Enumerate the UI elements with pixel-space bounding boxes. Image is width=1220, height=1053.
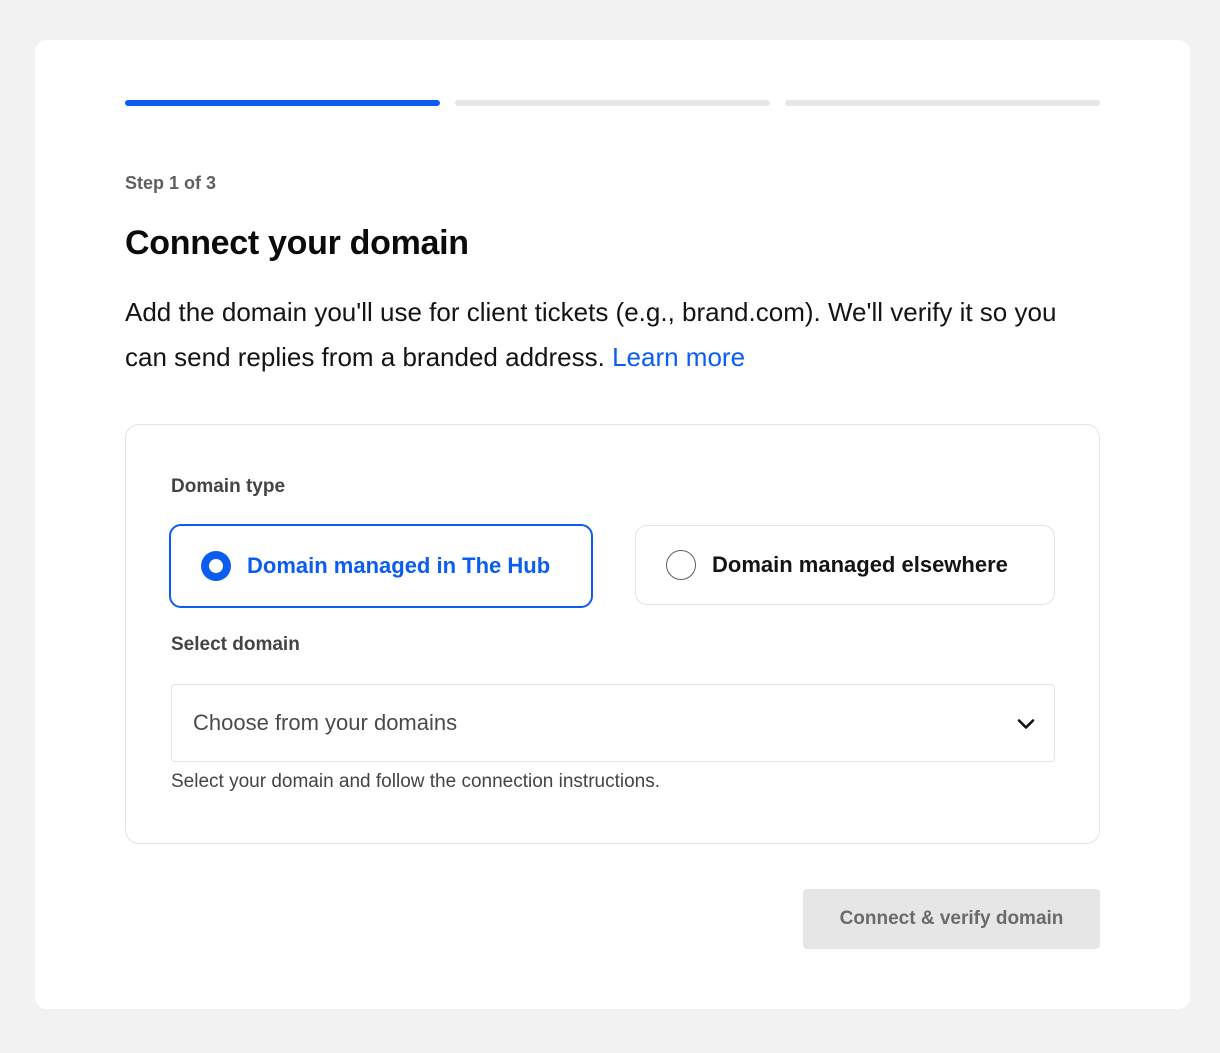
select-domain-label: Select domain — [171, 634, 300, 655]
radio-option-managed-elsewhere[interactable]: Domain managed elsewhere — [635, 525, 1055, 605]
domain-form-panel: Domain type Domain managed in The Hub Do… — [125, 424, 1100, 844]
progress-step-3 — [785, 100, 1100, 106]
radio-unchecked-icon — [666, 550, 696, 580]
domain-type-label: Domain type — [171, 476, 286, 497]
domain-select[interactable]: Choose from your domains — [171, 684, 1055, 762]
progress-step-1 — [125, 100, 440, 106]
chevron-down-icon — [1017, 719, 1035, 729]
domain-select-hint: Select your domain and follow the connec… — [171, 771, 660, 792]
step-label: Step 1 of 3 — [125, 173, 217, 193]
connect-verify-button[interactable]: Connect & verify domain — [803, 889, 1100, 949]
radio-option-label: Domain managed elsewhere — [712, 552, 1008, 577]
domain-select-placeholder: Choose from your domains — [193, 710, 458, 735]
radio-option-label: Domain managed in The Hub — [247, 553, 551, 578]
page-description: Add the domain you'll use for client tic… — [125, 290, 1100, 380]
description-text: Add the domain you'll use for client tic… — [125, 297, 1057, 372]
progress-step-2 — [455, 100, 770, 106]
setup-card: Step 1 of 3 Connect your domain Add the … — [35, 40, 1190, 1009]
radio-option-managed-in-hub[interactable]: Domain managed in The Hub — [169, 524, 593, 608]
radio-checked-icon — [201, 551, 231, 581]
learn-more-link[interactable]: Learn more — [612, 342, 745, 372]
progress-bar — [125, 100, 1100, 106]
page-title: Connect your domain — [125, 224, 469, 262]
